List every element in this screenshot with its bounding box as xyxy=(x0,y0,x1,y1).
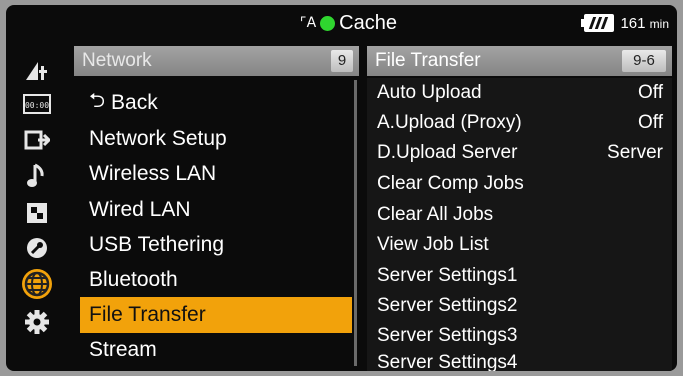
submenu-page-badge: 9-6 xyxy=(622,50,666,72)
setting-label: Auto Upload xyxy=(377,82,482,103)
menu-item-label: Network Setup xyxy=(89,127,227,150)
setting-label: A.Upload (Proxy) xyxy=(377,112,522,133)
setting-value: Server xyxy=(607,142,663,163)
menu-item-label: Wireless LAN xyxy=(89,162,217,185)
page-badge: 9 xyxy=(331,50,353,72)
battery-status: 161 min xyxy=(581,14,669,32)
setting-value: Off xyxy=(638,112,663,133)
setting-label: View Job List xyxy=(377,234,489,255)
menu-item-usb-tethering[interactable]: USB Tethering xyxy=(80,228,352,262)
setting-server-settings1[interactable]: Server Settings1 xyxy=(377,261,663,291)
recording-indicator-icon xyxy=(320,15,336,31)
status-bar: ⌜A Cache 161 min xyxy=(6,5,677,41)
setting-value: Off xyxy=(638,82,663,103)
file-transfer-list: Auto Upload Off A.Upload (Proxy) Off D.Upl… xyxy=(367,78,672,371)
system-icon[interactable] xyxy=(22,307,52,337)
menu-category-rail: 00:00 xyxy=(6,45,74,371)
setting-server-settings4[interactable]: Server Settings4 xyxy=(377,348,663,371)
setting-d-upload-server[interactable]: D.Upload Server Server xyxy=(377,138,663,168)
shading-icon[interactable] xyxy=(22,198,52,228)
setting-label: D.Upload Server xyxy=(377,142,518,163)
timecode-icon[interactable]: 00:00 xyxy=(22,89,52,119)
battery-icon xyxy=(581,14,615,32)
back-arrow-icon: ⮌ xyxy=(89,88,106,112)
battery-remaining-unit: min xyxy=(649,16,669,31)
battery-remaining-value: 161 xyxy=(620,14,646,32)
setting-label: Server Settings1 xyxy=(377,265,518,286)
network-icon[interactable] xyxy=(22,269,52,299)
svg-text:00:00: 00:00 xyxy=(25,101,49,110)
media-icon: ⌜A xyxy=(300,15,317,31)
camera-settings-icon[interactable] xyxy=(22,55,52,85)
menu-item-network-setup[interactable]: Network Setup xyxy=(80,122,352,156)
camera-menu-screen: ⌜A Cache 161 min 00:00 Network 9 ⮌ Back … xyxy=(6,5,677,371)
menu-item-back[interactable]: ⮌ Back xyxy=(80,86,352,120)
menu-item-label: USB Tethering xyxy=(89,233,225,256)
menu-item-stream[interactable]: Stream xyxy=(80,333,352,367)
setting-server-settings2[interactable]: Server Settings2 xyxy=(377,291,663,321)
setting-clear-comp-jobs[interactable]: Clear Comp Jobs xyxy=(377,169,663,199)
menu-item-bluetooth[interactable]: Bluetooth xyxy=(80,263,352,297)
setting-label: Server Settings3 xyxy=(377,325,518,346)
menu-item-label: Wired LAN xyxy=(89,198,191,221)
file-transfer-title: File Transfer xyxy=(375,50,481,71)
menu-scrollbar[interactable] xyxy=(354,80,357,366)
setting-label: Clear All Jobs xyxy=(377,204,494,225)
network-menu-header: Network 9 xyxy=(74,46,359,76)
menu-item-label: Bluetooth xyxy=(89,268,178,291)
media-status: ⌜A Cache xyxy=(300,11,397,35)
menu-item-label: File Transfer xyxy=(89,303,206,326)
setting-label: Clear Comp Jobs xyxy=(377,173,524,194)
setting-view-job-list[interactable]: View Job List xyxy=(377,230,663,260)
file-transfer-header: File Transfer 9-6 xyxy=(367,46,672,76)
menu-item-file-transfer[interactable]: File Transfer xyxy=(80,297,352,333)
menu-item-wireless-lan[interactable]: Wireless LAN xyxy=(80,157,352,191)
menu-item-label: Back xyxy=(111,91,158,114)
setting-a-upload-proxy[interactable]: A.Upload (Proxy) Off xyxy=(377,108,663,138)
media-label: Cache xyxy=(339,11,397,34)
network-menu-title: Network xyxy=(82,50,152,71)
setting-label: Server Settings2 xyxy=(377,295,518,316)
battery-remaining: 161 min xyxy=(620,15,669,32)
menu-item-label: Stream xyxy=(89,338,157,361)
setting-auto-upload[interactable]: Auto Upload Off xyxy=(377,78,663,108)
maintenance-icon[interactable] xyxy=(22,233,52,263)
setting-label: Server Settings4 xyxy=(377,352,518,371)
audio-icon[interactable] xyxy=(22,161,52,191)
setting-server-settings3[interactable]: Server Settings3 xyxy=(377,321,663,351)
menu-item-wired-lan[interactable]: Wired LAN xyxy=(80,193,352,227)
output-icon[interactable] xyxy=(22,125,52,155)
setting-clear-all-jobs[interactable]: Clear All Jobs xyxy=(377,200,663,230)
